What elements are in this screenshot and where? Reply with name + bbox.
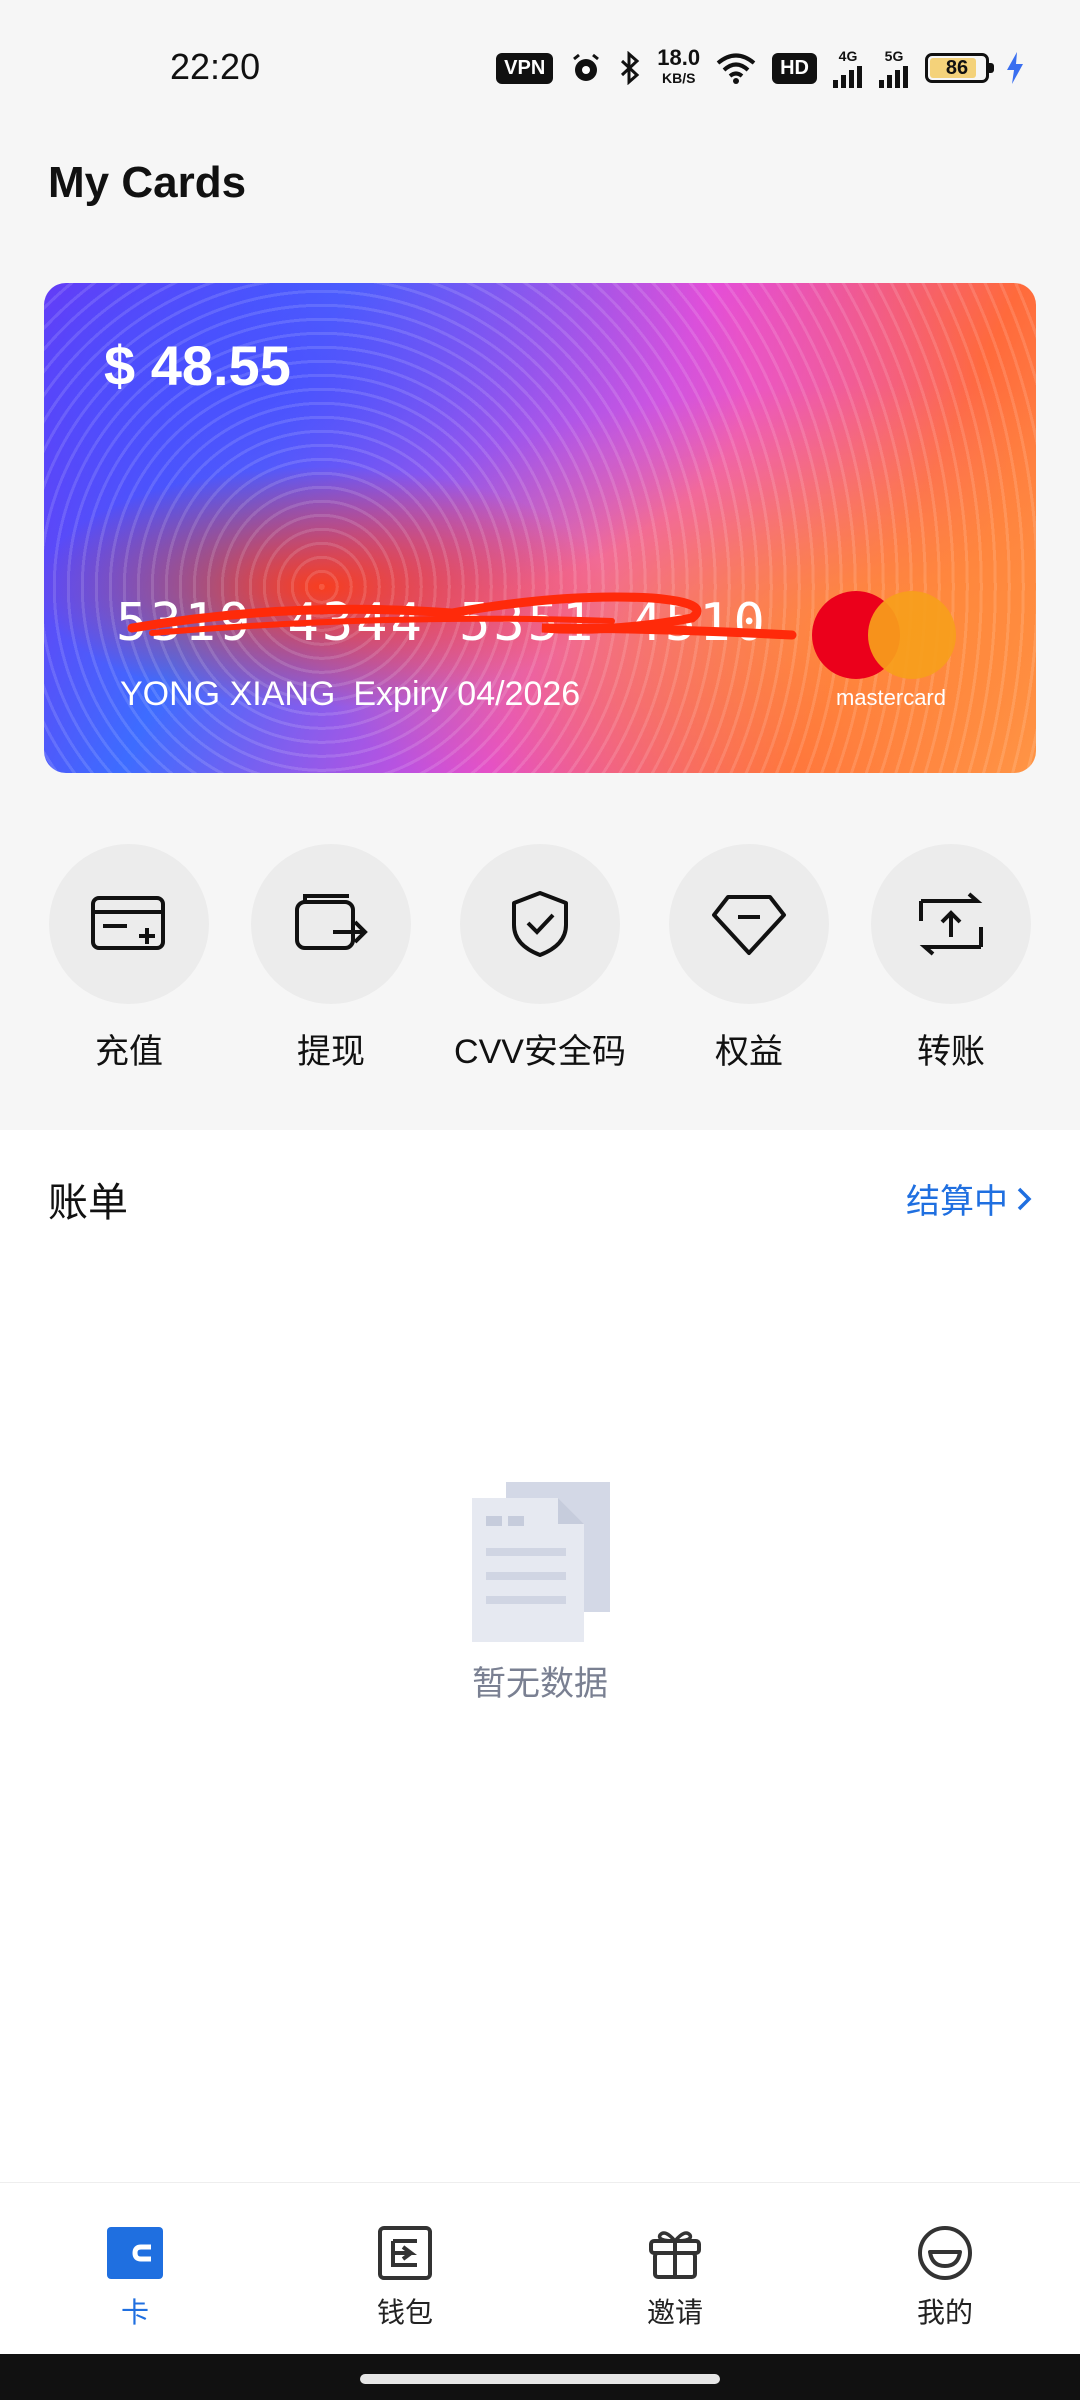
- nav-label-invite: 邀请: [646, 2297, 703, 2328]
- signal-4g-label: 4G: [838, 47, 858, 64]
- empty-state-text: 暂无数据: [472, 1665, 608, 1703]
- card-icon: [105, 2223, 165, 2283]
- action-top-up-circle[interactable]: [49, 844, 209, 1004]
- empty-document-icon: [472, 1482, 610, 1642]
- nav-item-wallet[interactable]: 钱包: [325, 2223, 485, 2331]
- wallet-icon: [375, 2223, 435, 2283]
- charging-icon: [1005, 51, 1025, 85]
- action-transfer-circle[interactable]: [871, 844, 1031, 1004]
- bills-title: 账单: [48, 1181, 128, 1225]
- card-expiry: Expiry 04/2026: [353, 675, 581, 713]
- network-speed-value: 18.0: [657, 45, 701, 70]
- nav-label-card: 卡: [120, 2297, 149, 2328]
- vpn-indicator: VPN: [496, 52, 554, 84]
- diamond-icon: [712, 895, 786, 955]
- signal-bars-icon: [879, 65, 908, 88]
- action-cvv[interactable]: CVV安全码: [440, 844, 640, 1073]
- nav-label-wallet: 钱包: [376, 2297, 433, 2328]
- transfer-icon: [919, 892, 983, 956]
- status-time: 22:20: [170, 46, 261, 87]
- signal-5g: 5G: [879, 46, 909, 91]
- wallet-withdraw-icon: [295, 894, 368, 950]
- quick-actions: 充值 提现 CVV安全码 权益 转账: [0, 844, 1080, 1074]
- bluetooth-icon: [619, 51, 641, 85]
- battery-level-text: 86: [945, 57, 969, 79]
- action-benefits[interactable]: 权益: [649, 844, 849, 1073]
- mastercard-yellow-circle: [868, 591, 956, 679]
- action-transfer-label: 转账: [917, 1033, 985, 1071]
- battery-indicator: 86: [925, 53, 994, 83]
- action-benefits-label: 权益: [715, 1033, 783, 1071]
- mastercard-wordmark: mastercard: [835, 685, 946, 710]
- card-balance: $ 48.55: [104, 334, 291, 397]
- nav-item-mine[interactable]: 我的: [865, 2223, 1025, 2331]
- home-indicator[interactable]: [360, 2374, 720, 2384]
- mastercard-logo-icon: [812, 591, 956, 681]
- wifi-icon: [716, 52, 756, 84]
- nav-label-mine: 我的: [916, 2297, 973, 2328]
- action-withdraw-circle[interactable]: [251, 844, 411, 1004]
- network-speed-unit: KB/S: [661, 70, 696, 86]
- card-holder-row: YONG XIANG Expiry 04/2026: [120, 675, 580, 714]
- alarm-icon: [569, 51, 603, 85]
- page-title: My Cards: [48, 158, 247, 207]
- gift-icon: [645, 2223, 705, 2283]
- action-cvv-label: CVV安全码: [454, 1033, 626, 1071]
- action-transfer[interactable]: 转账: [851, 844, 1051, 1073]
- action-withdraw[interactable]: 提现: [231, 844, 431, 1073]
- shield-check-icon: [512, 891, 568, 957]
- redaction-scribble: [127, 592, 797, 640]
- action-benefits-circle[interactable]: [669, 844, 829, 1004]
- signal-5g-label: 5G: [884, 47, 904, 64]
- chevron-right-icon: [1017, 1187, 1032, 1210]
- nav-item-invite[interactable]: 邀请: [595, 2223, 755, 2331]
- status-bar: 22:20 VPN 18.0 KB/S HD 4G 5G 86: [0, 0, 1080, 140]
- network-speed: 18.0 KB/S: [657, 45, 701, 88]
- status-icons: VPN 18.0 KB/S HD 4G 5G 86: [496, 46, 1025, 90]
- profile-smile-icon: [915, 2223, 975, 2283]
- signal-bars-icon: [833, 65, 862, 88]
- gesture-bar: [0, 2354, 1080, 2400]
- bottom-nav: 卡 钱包 邀请 我的: [0, 2182, 1080, 2355]
- card-add-icon: [91, 896, 165, 950]
- bank-card[interactable]: $ 48.55 5319 4344 5351 4510 YONG XIANG E…: [44, 283, 1036, 773]
- action-withdraw-label: 提现: [297, 1033, 365, 1071]
- bills-status-label: 结算中: [906, 1183, 1008, 1221]
- hd-indicator: HD: [772, 52, 817, 84]
- nav-item-card[interactable]: 卡: [55, 2223, 215, 2331]
- action-top-up-label: 充值: [95, 1033, 163, 1071]
- battery-tip: [989, 63, 994, 73]
- bills-status-link[interactable]: 结算中: [906, 1174, 1032, 1223]
- signal-4g: 4G: [833, 46, 863, 91]
- action-top-up[interactable]: 充值: [29, 844, 229, 1073]
- card-holder-name: YONG XIANG: [120, 675, 336, 713]
- action-cvv-circle[interactable]: [460, 844, 620, 1004]
